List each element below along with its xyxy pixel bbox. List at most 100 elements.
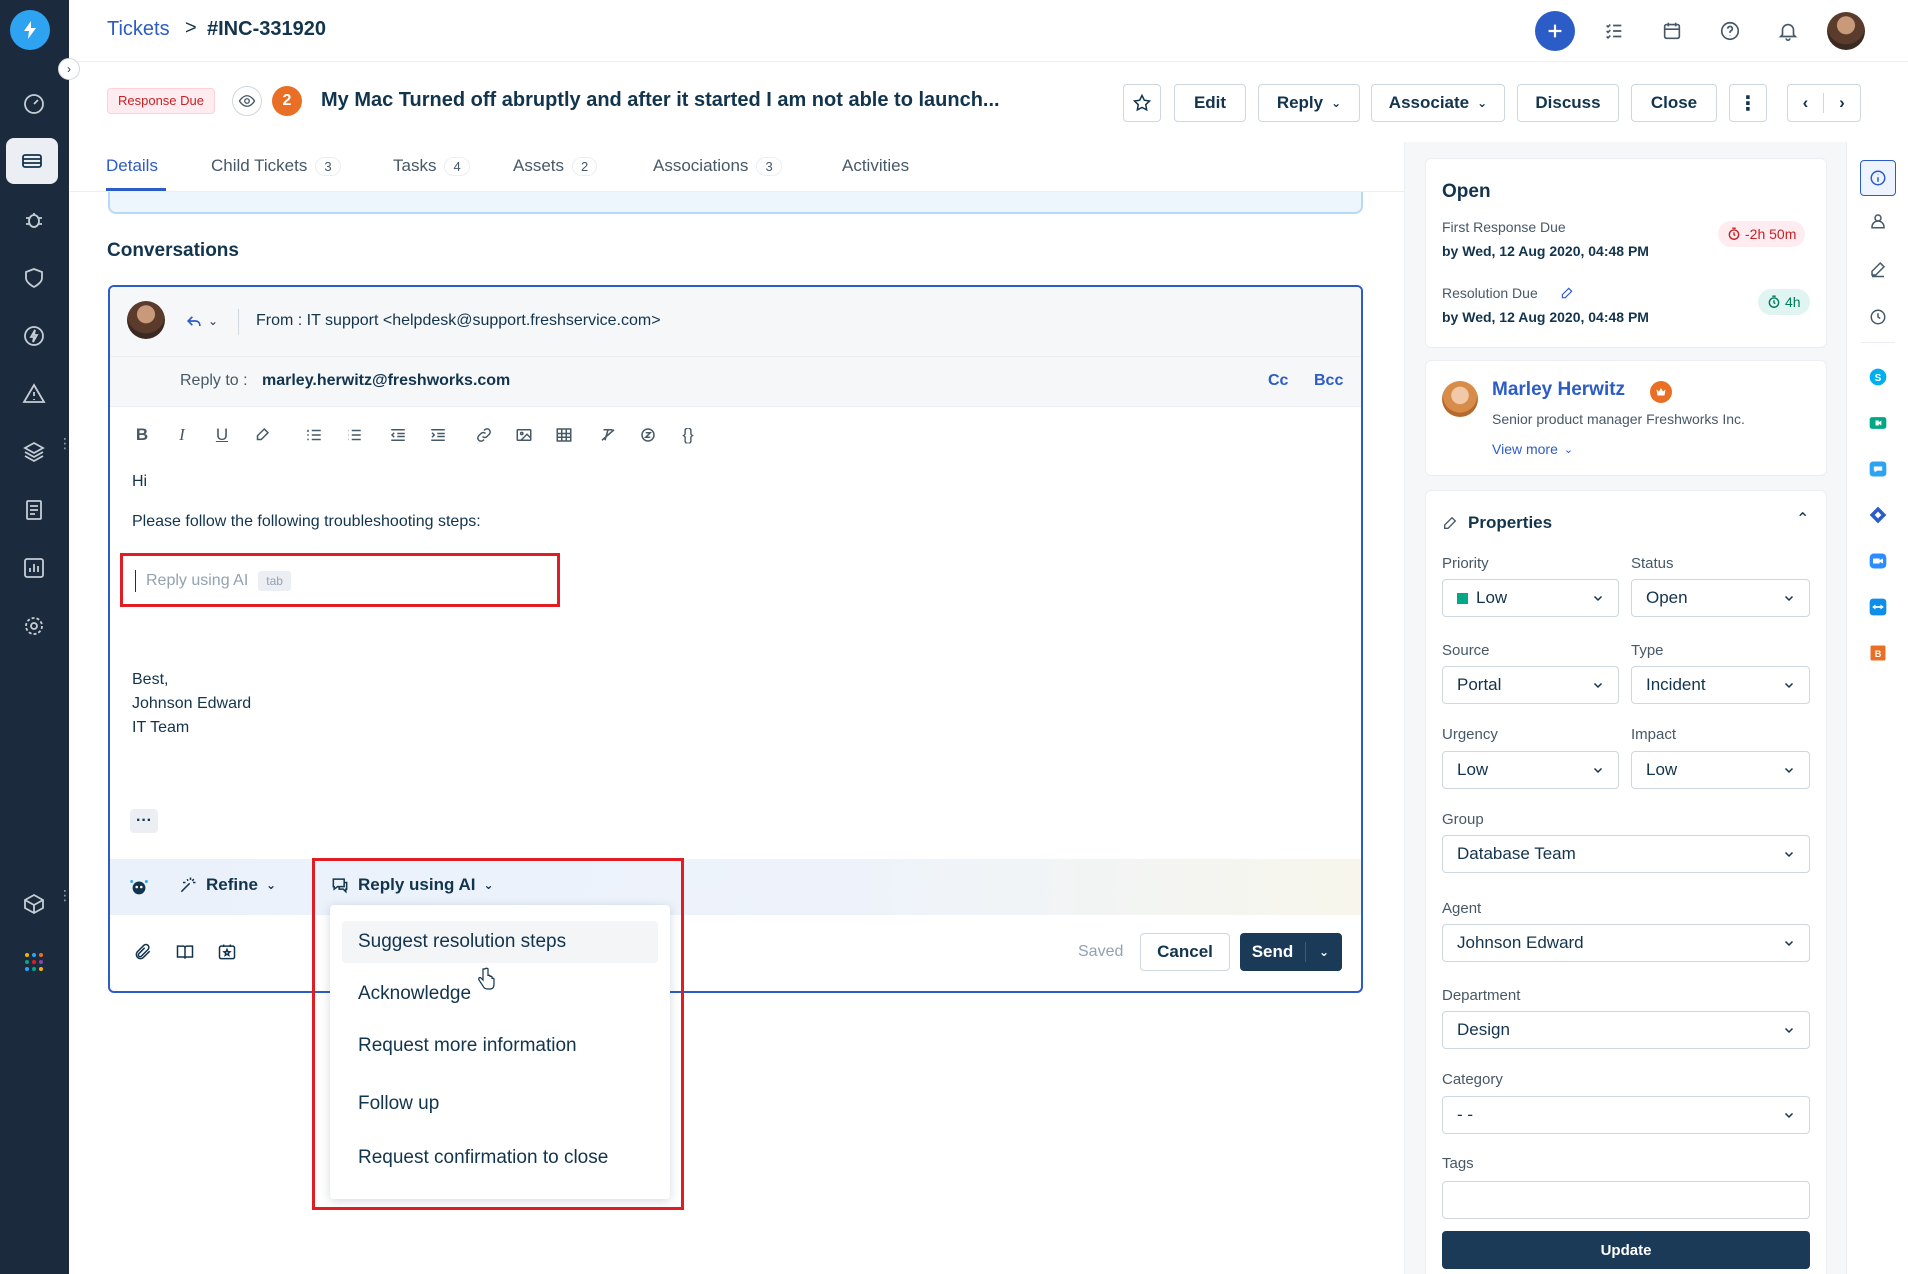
image-icon[interactable] bbox=[512, 423, 536, 447]
collapse-nav-chevron-icon[interactable]: › bbox=[58, 58, 80, 80]
info-icon[interactable] bbox=[1860, 160, 1896, 196]
reply-to-address[interactable]: marley.herwitz@freshworks.com bbox=[262, 372, 510, 390]
assets-layers-icon[interactable] bbox=[14, 432, 54, 472]
previous-chevron-icon[interactable]: ‹ bbox=[1788, 93, 1824, 113]
table-icon[interactable] bbox=[552, 423, 576, 447]
breadcrumb-tickets-link[interactable]: Tickets bbox=[107, 18, 170, 41]
close-button[interactable]: Close bbox=[1631, 84, 1717, 122]
tab-activities[interactable]: Activities bbox=[842, 156, 909, 176]
google-meet-app-icon[interactable] bbox=[1863, 408, 1893, 438]
department-select[interactable]: Design bbox=[1442, 1011, 1810, 1049]
urgency-select[interactable]: Low bbox=[1442, 751, 1619, 789]
star-button[interactable] bbox=[1123, 84, 1161, 122]
notifications-bell-icon[interactable] bbox=[1771, 14, 1805, 48]
priority-select[interactable]: Low bbox=[1442, 579, 1619, 617]
more-actions-button[interactable]: ⋮ bbox=[1729, 84, 1767, 122]
help-question-icon[interactable] bbox=[1713, 14, 1747, 48]
highlighter-icon[interactable] bbox=[250, 423, 274, 447]
requester-name[interactable]: Marley Herwitz bbox=[1492, 379, 1625, 401]
bullet-list-icon[interactable] bbox=[342, 423, 366, 447]
update-button[interactable]: Update bbox=[1442, 1231, 1810, 1269]
tab-tasks[interactable]: Tasks 4 bbox=[393, 156, 470, 176]
associate-button[interactable]: Associate ⌄ bbox=[1371, 84, 1505, 122]
type-select[interactable]: Incident bbox=[1631, 666, 1810, 704]
tickets-icon[interactable] bbox=[6, 138, 58, 184]
teamviewer-app-icon[interactable] bbox=[1863, 592, 1893, 622]
new-plus-icon[interactable] bbox=[1535, 11, 1575, 51]
link-icon[interactable] bbox=[472, 423, 496, 447]
tab-child-tickets[interactable]: Child Tickets 3 bbox=[211, 156, 341, 176]
category-select[interactable]: - - bbox=[1442, 1096, 1810, 1134]
jira-app-icon[interactable] bbox=[1863, 500, 1893, 530]
edit-button[interactable]: Edit bbox=[1174, 84, 1246, 122]
notes-pencil-icon[interactable] bbox=[1863, 254, 1893, 284]
edit-label: Edit bbox=[1193, 93, 1227, 112]
apps-box-icon[interactable] bbox=[14, 884, 54, 924]
zoom-app-icon[interactable] bbox=[1863, 546, 1893, 576]
bold-icon[interactable]: B bbox=[130, 423, 154, 447]
releases-icon[interactable] bbox=[14, 316, 54, 356]
changes-shield-icon[interactable] bbox=[14, 258, 54, 298]
ai-reply-highlight[interactable]: Reply using AI tab bbox=[120, 553, 560, 607]
agent-select[interactable]: Johnson Edward bbox=[1442, 924, 1810, 962]
indent-decrease-icon[interactable] bbox=[386, 423, 410, 447]
view-more-link[interactable]: View more ⌄ bbox=[1492, 441, 1573, 457]
cancel-button[interactable]: Cancel bbox=[1140, 933, 1230, 971]
italic-icon[interactable]: I bbox=[170, 423, 194, 447]
bcc-link[interactable]: Bcc bbox=[1314, 372, 1343, 390]
ordered-list-icon[interactable] bbox=[302, 423, 326, 447]
todo-checklist-icon[interactable] bbox=[1597, 14, 1631, 48]
time-clock-icon[interactable] bbox=[1863, 302, 1893, 332]
edit-pencil-icon[interactable] bbox=[1560, 286, 1574, 300]
calendar-icon[interactable] bbox=[1655, 14, 1689, 48]
app-switcher-grid-icon[interactable] bbox=[14, 942, 54, 982]
canned-response-icon[interactable] bbox=[636, 423, 660, 447]
bamboohr-app-icon[interactable]: B bbox=[1863, 638, 1893, 668]
chat-app-icon[interactable] bbox=[1863, 454, 1893, 484]
watch-eye-icon[interactable] bbox=[232, 86, 262, 116]
freshservice-logo-icon[interactable] bbox=[10, 10, 50, 50]
discuss-button[interactable]: Discuss bbox=[1517, 84, 1619, 122]
indent-increase-icon[interactable] bbox=[426, 423, 450, 447]
more-dots-icon[interactable]: ⋮ bbox=[58, 436, 72, 450]
ai-bot-icon[interactable] bbox=[128, 876, 150, 898]
admin-gear-icon[interactable] bbox=[14, 606, 54, 646]
cc-link[interactable]: Cc bbox=[1268, 372, 1288, 390]
next-chevron-icon[interactable]: › bbox=[1824, 93, 1860, 113]
dashboard-icon[interactable] bbox=[14, 84, 54, 124]
requester-person-icon[interactable] bbox=[1863, 206, 1893, 236]
clear-format-icon[interactable] bbox=[596, 423, 620, 447]
reply-type-dropdown[interactable]: ⌄ bbox=[184, 311, 218, 331]
show-quoted-ellipsis-button[interactable]: ··· bbox=[130, 809, 158, 833]
source-label: Source bbox=[1442, 642, 1490, 659]
impact-select[interactable]: Low bbox=[1631, 751, 1810, 789]
tab-associations[interactable]: Associations 3 bbox=[653, 156, 782, 176]
send-options-chevron-icon[interactable]: ⌄ bbox=[1306, 945, 1342, 959]
alerts-warning-icon[interactable] bbox=[14, 374, 54, 414]
refine-dropdown[interactable]: Refine ⌄ bbox=[178, 875, 276, 895]
reply-button[interactable]: Reply ⌄ bbox=[1258, 84, 1360, 122]
attachment-paperclip-icon[interactable] bbox=[130, 939, 156, 965]
knowledge-book-icon[interactable] bbox=[172, 939, 198, 965]
source-select[interactable]: Portal bbox=[1442, 666, 1619, 704]
tags-input[interactable] bbox=[1442, 1181, 1810, 1219]
underline-icon[interactable]: U bbox=[210, 423, 234, 447]
skype-app-icon[interactable]: S bbox=[1863, 362, 1893, 392]
collapse-chevron-up-icon[interactable]: ⌃ bbox=[1796, 509, 1809, 529]
status-select[interactable]: Open bbox=[1631, 579, 1810, 617]
user-avatar[interactable] bbox=[1827, 12, 1865, 50]
problems-bug-icon[interactable] bbox=[14, 200, 54, 240]
body-line: Please follow the following troubleshoot… bbox=[132, 513, 481, 530]
send-button[interactable]: Send bbox=[1240, 942, 1306, 962]
chevron-down-icon: ⌄ bbox=[1331, 96, 1342, 110]
more-dots-icon[interactable]: ⋮ bbox=[58, 888, 72, 902]
code-braces-icon[interactable]: {} bbox=[676, 423, 700, 447]
reports-chart-icon[interactable] bbox=[14, 548, 54, 588]
tab-assets[interactable]: Assets 2 bbox=[513, 156, 598, 176]
group-select[interactable]: Database Team bbox=[1442, 835, 1810, 873]
solutions-book-icon[interactable] bbox=[14, 490, 54, 530]
ai-reply-placeholder[interactable]: Reply using AI tab bbox=[135, 570, 291, 592]
chevron-down-icon bbox=[1783, 679, 1795, 691]
insert-asset-icon[interactable] bbox=[214, 939, 240, 965]
tab-details[interactable]: Details bbox=[106, 156, 158, 176]
